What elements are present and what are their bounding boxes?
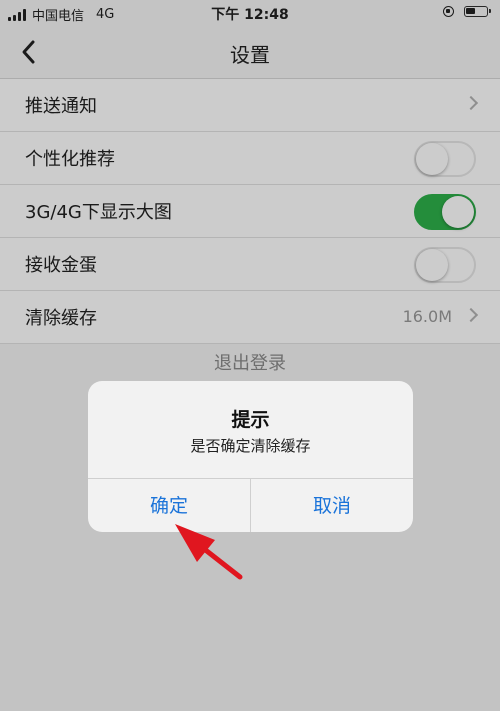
annotation-arrow-icon — [175, 524, 243, 580]
